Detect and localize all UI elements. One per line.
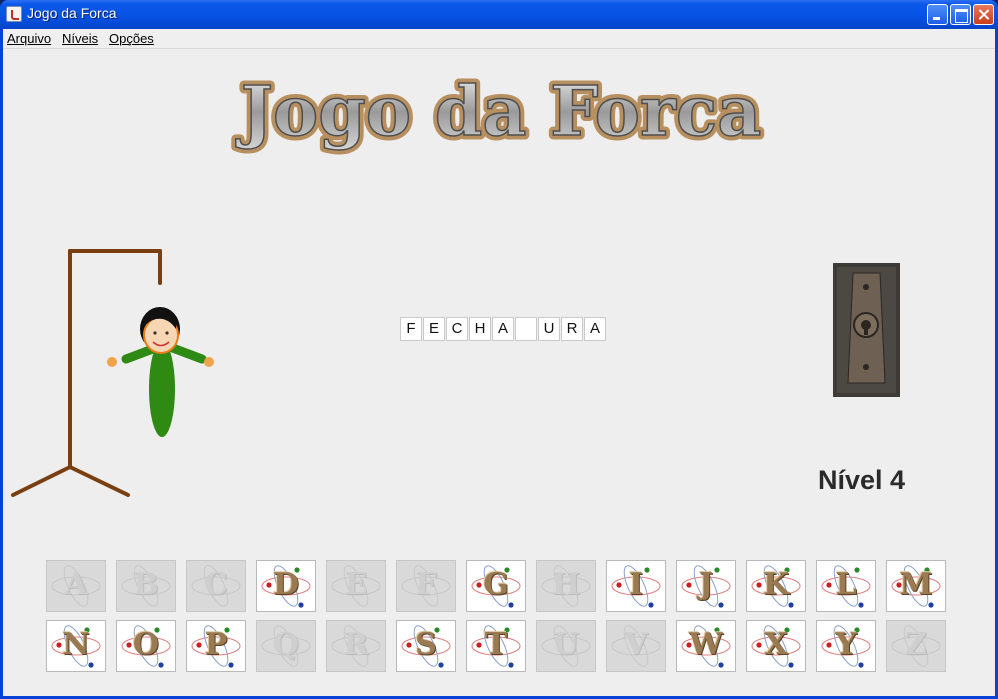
letter-key-f: F (396, 560, 456, 612)
letter-key-m[interactable]: M (886, 560, 946, 612)
letter-key-label: P (204, 627, 228, 662)
word-letter-slot: E (423, 317, 445, 341)
title-bar[interactable]: Jogo da Forca (0, 0, 998, 29)
letter-key-x[interactable]: X (746, 620, 806, 672)
letter-key-e: E (326, 560, 386, 612)
maximize-button[interactable] (950, 4, 971, 25)
word-letter-slot: R (561, 317, 583, 341)
letter-key-label: M (899, 567, 933, 602)
letter-key-label: D (272, 567, 299, 602)
letter-key-label: V (624, 627, 648, 662)
letter-key-label: J (698, 567, 714, 602)
letter-key-c: C (186, 560, 246, 612)
game-logo: Jogo da Forca Jogo da Forca (231, 69, 766, 155)
letter-key-label: N (62, 627, 90, 662)
word-letter-slot: A (492, 317, 514, 341)
letter-key-t[interactable]: T (466, 620, 526, 672)
letter-key-u: U (536, 620, 596, 672)
gallows (11, 249, 162, 497)
letter-key-label: C (204, 567, 228, 602)
letter-key-label: U (552, 627, 580, 662)
letter-key-j[interactable]: J (676, 560, 736, 612)
word-letter-slot: H (469, 317, 491, 341)
letter-key-i[interactable]: I (606, 560, 666, 612)
hangman-figure (107, 307, 214, 437)
menu-arquivo[interactable]: Arquivo (7, 31, 51, 46)
letter-key-label: H (551, 567, 581, 602)
java-app-icon (6, 6, 22, 22)
letter-key-label: Y (835, 627, 857, 662)
letter-key-k[interactable]: K (746, 560, 806, 612)
word-letter-slot (515, 317, 537, 341)
close-button[interactable] (973, 4, 994, 25)
letter-key-b: B (116, 560, 176, 612)
letter-key-z: Z (886, 620, 946, 672)
letter-key-n[interactable]: N (46, 620, 106, 672)
letter-key-g[interactable]: G (466, 560, 526, 612)
game-panel: Arquivo Níveis Opções Jogo da Forca Jogo… (3, 29, 995, 696)
level-label: Nível 4 (818, 465, 906, 495)
word-letter-slot: U (538, 317, 560, 341)
word-letter-slot: F (400, 317, 422, 341)
hint-image-lock (833, 263, 900, 397)
letter-key-v: V (606, 620, 666, 672)
letter-key-p[interactable]: P (186, 620, 246, 672)
letter-key-label: A (64, 567, 88, 602)
word-letter-slot: C (446, 317, 468, 341)
letter-key-q: Q (256, 620, 316, 672)
letter-key-label: Q (272, 627, 300, 662)
letter-key-o[interactable]: O (116, 620, 176, 672)
letter-key-label: S (415, 627, 437, 662)
minimize-button[interactable] (927, 4, 948, 25)
letter-key-label: W (689, 627, 723, 662)
menu-bar: Arquivo Níveis Opções (3, 29, 995, 49)
letter-key-y[interactable]: Y (816, 620, 876, 672)
menu-opcoes[interactable]: Opções (109, 31, 154, 46)
letter-key-s[interactable]: S (396, 620, 456, 672)
letter-key-label: I (628, 567, 644, 602)
letter-key-label: T (484, 627, 508, 662)
letter-key-label: X (764, 627, 788, 662)
letter-keyboard: A B C D E F G H I J K L M N O P Q R S T U V W X Y Z (46, 560, 949, 674)
logo-text: Jogo da Forca (236, 72, 762, 152)
letter-key-label: Z (905, 627, 927, 662)
letter-key-r: R (326, 620, 386, 672)
letter-key-label: F (415, 567, 437, 602)
secret-word: F E C H A U R A (400, 317, 606, 341)
letter-key-h: H (536, 560, 596, 612)
letter-key-label: B (133, 567, 159, 602)
menu-niveis[interactable]: Níveis (62, 31, 98, 46)
app-window: Jogo da Forca Arquivo Níveis Opções Jogo… (0, 0, 998, 699)
letter-key-label: K (762, 567, 790, 602)
letter-key-label: E (344, 567, 368, 602)
window-title: Jogo da Forca (27, 5, 117, 21)
letter-key-label: G (483, 567, 509, 602)
letter-key-w[interactable]: W (676, 620, 736, 672)
letter-key-a: A (46, 560, 106, 612)
letter-key-label: L (835, 567, 857, 602)
letter-key-l[interactable]: L (816, 560, 876, 612)
word-letter-slot: A (584, 317, 606, 341)
letter-key-label: O (132, 627, 160, 662)
hangman-drawing (11, 249, 214, 497)
letter-key-d[interactable]: D (256, 560, 316, 612)
letter-key-label: R (343, 627, 369, 662)
